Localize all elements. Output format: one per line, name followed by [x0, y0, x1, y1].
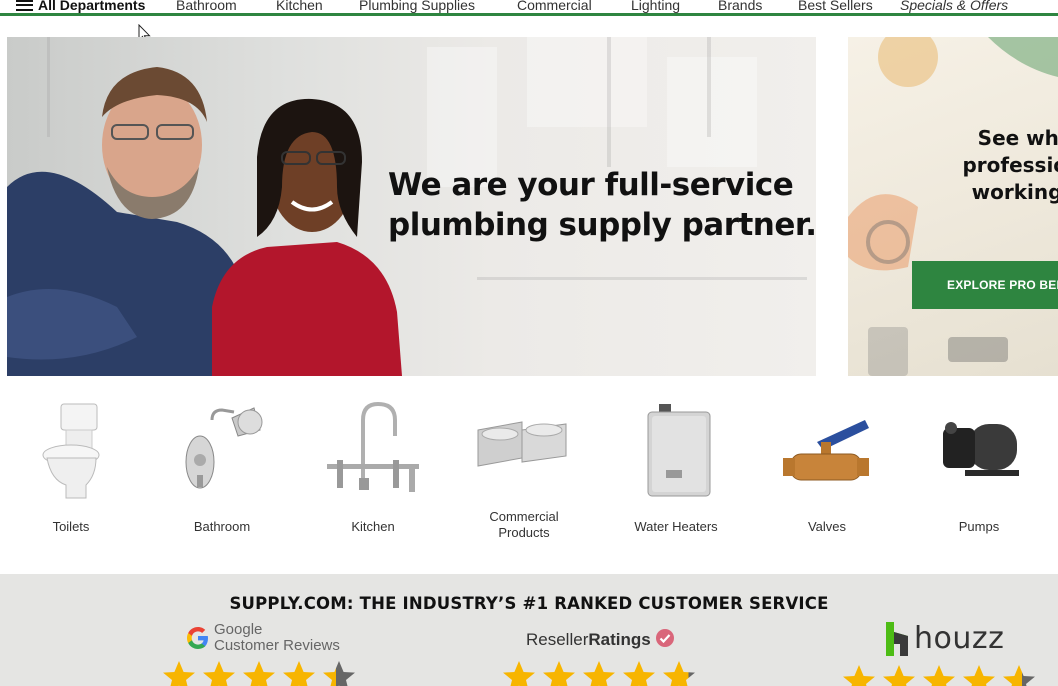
star-icon: [963, 665, 995, 686]
water-heater-icon: [647, 404, 711, 497]
hero-people-image: [7, 67, 402, 376]
background-fixture: [527, 37, 647, 127]
star-icon: [243, 661, 275, 686]
hero-banner[interactable]: We are your full-service plumbing supply…: [7, 37, 816, 376]
star-icon: [283, 661, 315, 686]
category-label: Water Heaters: [634, 519, 718, 534]
star-icon: [583, 661, 615, 686]
category-commercial-products[interactable]: Commercial Products: [454, 400, 594, 541]
category-label-line: Commercial: [489, 509, 559, 524]
nav-item-kitchen[interactable]: Kitchen: [276, 0, 323, 13]
customer-service-reviews: SUPPLY.COM: THE INDUSTRY’S #1 RANKED CUS…: [0, 574, 1058, 686]
shower-icon: [185, 407, 263, 489]
star-icon: [883, 665, 915, 686]
category-label: Bathroom: [193, 519, 251, 534]
kitchen-faucet-icon: [327, 401, 419, 492]
background-pipe: [707, 37, 711, 137]
category-label: Commercial Products: [454, 509, 594, 541]
hero-headline-line: We are your full-service: [388, 167, 794, 203]
nav-item-specials-offers[interactable]: Specials & Offers: [900, 0, 1008, 13]
category-label: Toilets: [52, 519, 90, 534]
background-fixture: [667, 57, 757, 167]
category-label: Pumps: [958, 519, 1000, 534]
houzz-brand: houzz: [914, 621, 1005, 656]
star-icon: [323, 661, 355, 686]
reviews-title: SUPPLY.COM: THE INDUSTRY’S #1 RANKED CUS…: [229, 594, 829, 613]
houzz-logo-icon: [886, 622, 908, 656]
category-label: Kitchen: [351, 519, 395, 534]
all-departments-menu[interactable]: All Departments: [16, 0, 145, 13]
pro-benefits-promo[interactable]: See why tr professionals working wit EXP…: [848, 37, 1058, 376]
category-label-line: Products: [498, 525, 550, 540]
drinking-fountain-icon: [477, 421, 567, 467]
nav-item-best-sellers[interactable]: Best Sellers: [798, 0, 873, 13]
promo-headline-line: See why tr: [977, 126, 1058, 150]
category-toilets[interactable]: Toilets: [1, 400, 141, 535]
promo-headline: See why tr professionals working wit: [918, 125, 1058, 206]
star-icon: [843, 665, 875, 686]
star-icon: [1003, 665, 1035, 686]
ratings-text: Ratings: [588, 630, 651, 649]
category-shelf: Toilets Bathroom Kitchen Commercial Prod…: [0, 390, 1058, 560]
nav-item-lighting[interactable]: Lighting: [631, 0, 680, 13]
toilet-icon: [42, 403, 100, 499]
google-brand: Google: [214, 621, 263, 638]
top-navigation: All Departments Bathroom Kitchen Plumbin…: [0, 0, 1058, 16]
nav-item-brands[interactable]: Brands: [718, 0, 762, 13]
google-star-rating: [162, 660, 362, 686]
star-icon: [203, 661, 235, 686]
nav-item-plumbing-supplies[interactable]: Plumbing Supplies: [359, 0, 475, 13]
background-pipe: [607, 37, 611, 167]
category-pumps[interactable]: Pumps: [909, 400, 1049, 535]
pump-icon: [943, 422, 1019, 476]
tools-background-image: [848, 37, 1058, 376]
checkmark-badge-icon: [655, 629, 674, 647]
hero-headline: We are your full-service plumbing supply…: [388, 165, 816, 245]
houzz-star-rating: [842, 664, 1042, 686]
star-icon: [543, 661, 575, 686]
hero-headline-line: plumbing supply partner.: [388, 207, 816, 243]
nav-item-bathroom[interactable]: Bathroom: [176, 0, 237, 13]
star-icon: [623, 661, 655, 686]
star-icon: [163, 661, 195, 686]
promo-headline-line: professionals: [962, 153, 1058, 177]
reseller-text: Reseller: [526, 630, 589, 649]
star-icon: [503, 661, 535, 686]
explore-pro-benefits-button[interactable]: EXPLORE PRO BEN: [912, 261, 1058, 309]
star-icon: [663, 661, 695, 686]
star-icon: [923, 665, 955, 686]
promo-headline-line: working wit: [971, 180, 1058, 204]
category-label: Valves: [807, 519, 847, 534]
resellerratings-badge[interactable]: ResellerRatings: [526, 628, 675, 650]
category-valves[interactable]: Valves: [757, 400, 897, 535]
resellerratings-star-rating: [502, 660, 702, 686]
google-g-icon: [187, 627, 208, 649]
category-bathroom[interactable]: Bathroom: [152, 400, 292, 535]
google-subtitle: Customer Reviews: [214, 637, 340, 654]
category-water-heaters[interactable]: Water Heaters: [606, 400, 746, 535]
resellerratings-logo: ResellerRatings: [526, 628, 675, 650]
category-kitchen[interactable]: Kitchen: [303, 400, 443, 535]
all-departments-label: All Departments: [38, 0, 146, 13]
nav-item-commercial[interactable]: Commercial: [517, 0, 592, 13]
valve-icon: [783, 420, 869, 481]
hamburger-icon: [16, 0, 33, 11]
background-pipe: [477, 277, 807, 280]
